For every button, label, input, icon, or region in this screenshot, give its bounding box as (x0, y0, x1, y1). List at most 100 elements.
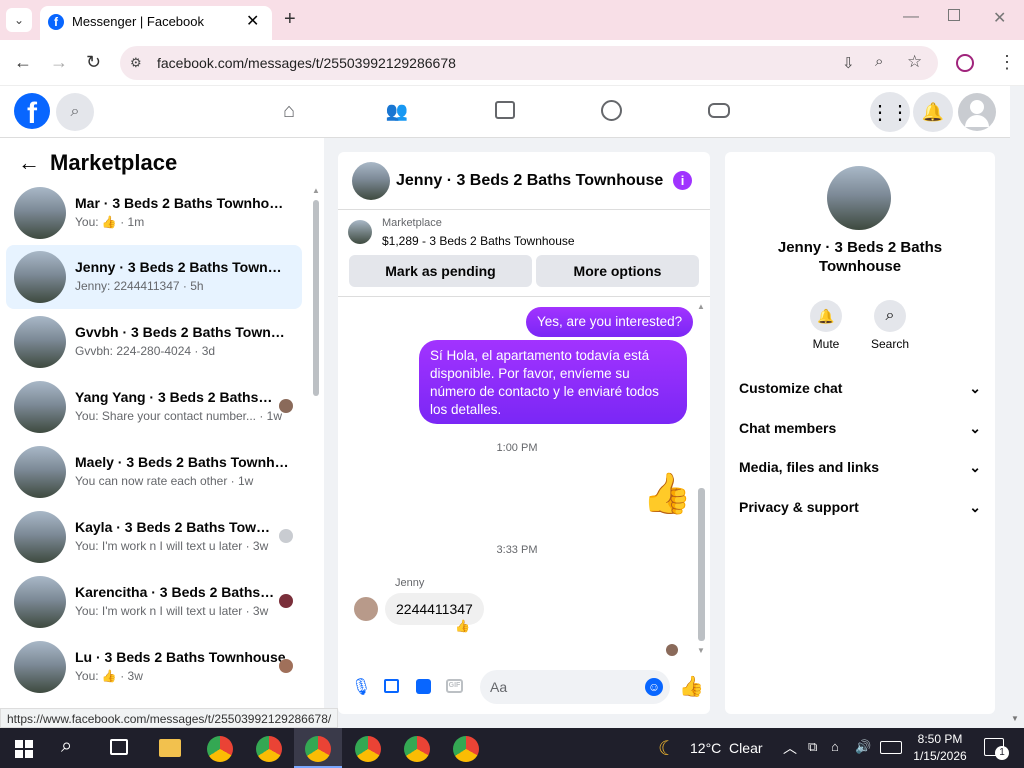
back-arrow-icon[interactable]: ← (18, 150, 40, 176)
conversation-preview: You: I'm work n I will text u later · 3w (75, 539, 269, 553)
chrome-icon[interactable] (404, 736, 430, 762)
home-icon[interactable]: ⌂ (276, 98, 302, 124)
window-close-icon[interactable]: ✕ (993, 8, 1006, 28)
new-tab-plus-icon[interactable]: + (284, 8, 296, 31)
microphone-icon[interactable]: 🎙 (351, 677, 371, 697)
scroll-up-icon[interactable]: ▲ (312, 186, 320, 195)
reload-icon[interactable]: ↻ (86, 52, 101, 73)
browser-tab[interactable]: f Messenger | Facebook ✕ (40, 6, 272, 40)
clock-date[interactable]: 1/15/2026 (910, 749, 970, 763)
search-icon[interactable]: ⌕ (56, 93, 94, 131)
conversation-item[interactable]: Gvvbh · 3 Beds 2 Baths Townho... Gvvbh: 2… (6, 310, 302, 374)
volume-icon[interactable]: 🔊 (855, 739, 871, 755)
browser-menu-icon[interactable]: ⋮ (998, 52, 1016, 73)
mute-bell-icon[interactable]: 🔔 (810, 300, 842, 332)
message-input[interactable]: Aa ☺ (480, 670, 670, 704)
active-taskbar-app[interactable] (294, 728, 342, 768)
emoji-icon[interactable]: ☺ (645, 678, 663, 696)
tab-search-chevron-icon[interactable]: ⌄ (6, 8, 32, 32)
conversation-preview: You: Share your contact number... · 1w (75, 409, 283, 423)
groups-icon[interactable] (601, 100, 622, 121)
chat-title[interactable]: Jenny · 3 Beds 2 Baths Townhouse (396, 172, 663, 190)
sticker-icon[interactable] (416, 679, 431, 694)
menu-grid-icon[interactable]: ⋮⋮ (870, 92, 910, 132)
weather-text[interactable]: 12°C Clear (690, 740, 763, 756)
media-files-links-section[interactable]: Media, files and links ⌄ (739, 459, 981, 483)
conversation-item[interactable]: Mar · 3 Beds 2 Baths Townhouse You: 👍 · 1… (6, 181, 302, 245)
chrome-icon[interactable] (256, 736, 282, 762)
conversation-item-selected[interactable]: Jenny · 3 Beds 2 Baths Townhouse Jenny: 2… (6, 245, 302, 309)
listing-avatar[interactable] (827, 166, 891, 230)
notifications-bell-icon[interactable]: 🔔 (913, 92, 953, 132)
photo-icon[interactable] (384, 679, 399, 693)
back-arrow-icon[interactable]: ← (14, 52, 32, 73)
chat-avatar[interactable] (352, 162, 390, 200)
search-label[interactable]: Search (865, 337, 915, 351)
search-icon[interactable]: ⌕ (874, 300, 906, 332)
info-icon[interactable]: i (673, 171, 692, 190)
facebook-logo-icon[interactable]: f (14, 93, 50, 129)
weather-moon-icon[interactable]: ☾ (658, 736, 676, 761)
chevron-down-icon: ⌄ (969, 459, 981, 475)
sender-avatar[interactable] (354, 597, 378, 621)
timestamp: 1:00 PM (496, 442, 538, 454)
conversation-item[interactable]: Kayla · 3 Beds 2 Baths Townh... You: I'm … (6, 505, 302, 569)
taskbar-search-icon[interactable]: ⌕ (61, 735, 72, 758)
scroll-down-icon[interactable]: ▼ (697, 646, 705, 655)
task-view-icon[interactable] (110, 739, 128, 755)
thumbs-up-sticker-icon[interactable]: 👍 (642, 474, 692, 514)
profile-icon[interactable] (956, 54, 974, 72)
account-avatar[interactable] (958, 93, 996, 131)
message-bubble-sent[interactable]: Sí Hola, el apartamento todavía está dis… (419, 340, 687, 424)
mute-label[interactable]: Mute (805, 337, 847, 351)
conversation-item[interactable]: Yang Yang · 3 Beds 2 Baths To... You: Sha… (6, 375, 302, 439)
url-text[interactable]: facebook.com/messages/t/2550399212928667… (157, 55, 456, 71)
message-bubble-sent[interactable]: Yes, are you interested? (526, 307, 694, 337)
install-app-icon[interactable]: ⇩ (842, 54, 855, 72)
gif-icon[interactable]: GIF (446, 679, 463, 693)
address-bar[interactable]: ⚙ facebook.com/messages/t/25503992129286… (120, 46, 938, 80)
bookmark-star-icon[interactable]: ☆ (907, 52, 922, 72)
friends-icon[interactable]: 👥 (384, 98, 410, 124)
zoom-icon[interactable]: ⌕ (875, 53, 883, 70)
chat-scrollbar[interactable] (698, 488, 705, 641)
listing-thumbnail[interactable] (348, 220, 372, 244)
window-restore-icon[interactable] (948, 9, 960, 21)
tray-app-icon[interactable]: ⧉ (808, 739, 817, 755)
chat-panel: Jenny · 3 Beds 2 Baths Townhouse i Marke… (338, 152, 710, 714)
windows-start-icon[interactable] (15, 740, 33, 758)
chrome-icon[interactable] (355, 736, 381, 762)
forward-arrow-icon[interactable]: → (50, 52, 68, 73)
chevron-down-icon: ⌄ (969, 380, 981, 396)
file-explorer-icon[interactable] (159, 739, 181, 757)
conversation-item[interactable]: Lu · 3 Beds 2 Baths Townhouse You: 👍 · 3w (6, 635, 302, 699)
network-icon[interactable]: ⌂ (831, 739, 839, 754)
marketplace-icon[interactable] (495, 101, 515, 119)
send-like-icon[interactable]: 👍 (679, 674, 704, 699)
window-minimize-icon[interactable]: — (903, 8, 919, 26)
conversation-title: Jenny · 3 Beds 2 Baths Townhouse (75, 259, 290, 275)
read-receipt-avatar (279, 399, 293, 413)
clock-time[interactable]: 8:50 PM (910, 732, 970, 746)
conversation-item[interactable]: Maely · 3 Beds 2 Baths Townhou... You can… (6, 440, 302, 504)
conversation-item[interactable]: Karencitha · 3 Beds 2 Baths To... You: I'… (6, 570, 302, 634)
more-options-button[interactable]: More options (536, 255, 699, 287)
mark-as-pending-button[interactable]: Mark as pending (349, 255, 532, 287)
scroll-up-icon[interactable]: ▲ (697, 302, 705, 311)
tab-close-icon[interactable]: ✕ (246, 11, 259, 31)
listing-title[interactable]: $1,289 - 3 Beds 2 Baths Townhouse (382, 234, 575, 248)
listing-thumbnail (14, 187, 66, 239)
privacy-support-section[interactable]: Privacy & support ⌄ (739, 499, 981, 523)
site-info-icon[interactable]: ⚙ (130, 55, 142, 71)
listing-thumbnail (14, 381, 66, 433)
page-scroll-down-icon[interactable]: ▼ (1011, 714, 1019, 723)
chrome-icon[interactable] (207, 736, 233, 762)
customize-chat-section[interactable]: Customize chat ⌄ (739, 380, 981, 404)
chat-members-section[interactable]: Chat members ⌄ (739, 420, 981, 444)
chrome-icon[interactable] (453, 736, 479, 762)
keyboard-icon[interactable] (880, 741, 902, 754)
gaming-icon[interactable] (708, 103, 730, 118)
reaction-icon[interactable]: 👍 (455, 619, 470, 633)
list-scrollbar[interactable] (313, 200, 319, 396)
show-hidden-icons-chevron-icon[interactable]: ︿ (783, 738, 797, 758)
